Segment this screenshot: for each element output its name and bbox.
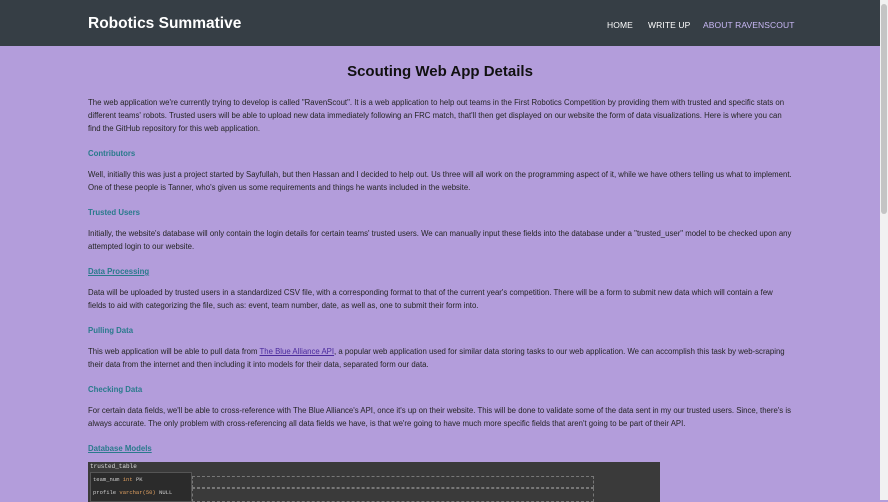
top-navbar: Robotics Summative HOME WRITE UP ABOUT R… [0,0,880,46]
schema-row: profile varchar(50) NULL [93,489,172,496]
schema-field-type: int [122,476,133,483]
scrollbar-thumb[interactable] [881,4,887,214]
section-body-data-processing: Data will be uploaded by trusted users i… [88,288,773,310]
section-heading-database-models[interactable]: Database Models [88,443,792,455]
schema-table: team_num int PK profile varchar(50) NULL [90,472,192,502]
intro-paragraph: The web application we're currently tryi… [88,98,785,133]
section-heading-data-processing[interactable]: Data Processing [88,266,792,278]
section-body-trusted-users: Initially, the website's database will o… [88,229,792,251]
database-schema-image: trusted_table team_num int PK profile va… [88,462,660,502]
blue-alliance-api-link[interactable]: The Blue Alliance API [259,347,334,356]
section-heading-checking-data: Checking Data [88,385,143,394]
section-body-contributors: Well, initially this was just a project … [88,170,792,192]
nav-about-ravenscout[interactable]: ABOUT RAVENSCOUT [703,20,795,30]
schema-field-key: PK [135,476,143,483]
schema-field-name: team_num [93,476,120,483]
pulling-data-text-before: This web application will be able to pul… [88,347,260,356]
vertical-scrollbar[interactable] [880,0,888,500]
schema-field-name: profile [93,489,117,496]
section-heading-pulling-data: Pulling Data [88,326,134,335]
section-heading-contributors: Contributors [88,149,136,158]
section-heading-trusted-users: Trusted Users [88,208,141,217]
main-content: Scouting Web App Details The web applica… [88,46,792,489]
section-body-pulling-data: This web application will be able to pul… [88,345,792,371]
section-body-checking-data: For certain data fields, we'll be able t… [88,406,791,428]
nav-home[interactable]: HOME [607,20,633,30]
page-title: Scouting Web App Details [347,63,533,80]
brand-title[interactable]: Robotics Summative [88,15,241,33]
schema-table-title: trusted_table [90,463,137,470]
nav-write-up[interactable]: WRITE UP [648,20,690,30]
schema-field-key: NULL [159,489,173,496]
schema-connector-line [192,476,594,488]
schema-field-type: varchar(50) [119,489,156,496]
schema-row: team_num int PK [93,476,143,483]
